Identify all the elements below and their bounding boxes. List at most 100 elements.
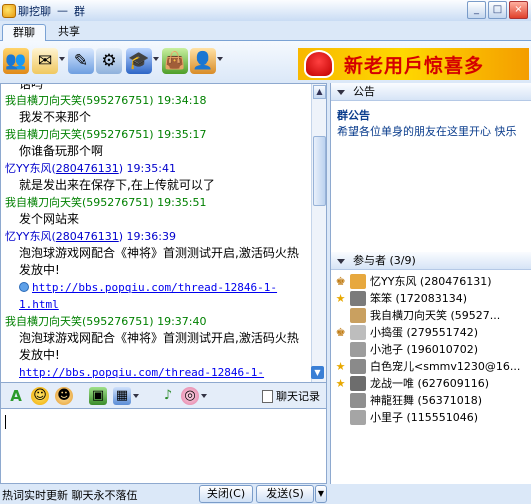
avatar [350,410,366,425]
member-item[interactable]: 小里子 (115551046) [331,409,531,426]
avatar [350,359,366,374]
screenshot-icon[interactable]: ▦ [113,387,131,405]
image-icon[interactable]: ▣ [89,387,107,405]
notice-header[interactable]: 公告 [331,83,531,101]
ad-banner[interactable]: 新老用戶惊喜多 [298,48,529,80]
scroll-up-button[interactable]: ▲ [313,85,326,99]
no-role-icon [334,394,347,407]
chat-scrollbar[interactable]: ▲ [311,84,326,382]
person-dropdown-icon[interactable] [217,57,223,61]
chat-history-label: 聊天记录 [276,390,320,403]
message-text: 我发不来那个 [19,110,92,124]
mail-dropdown-icon[interactable] [59,57,65,61]
bag-icon[interactable]: 👜 [162,48,188,74]
message-qq-link[interactable]: 280476131 [56,162,119,175]
message-sender[interactable]: 我自横刀向天笑 [5,196,82,209]
message-time: 19:37:40 [157,315,207,328]
scroll-thumb[interactable] [313,136,326,206]
emoji-icon[interactable]: ☺ [31,387,49,405]
member-name: 忆YY东风 (280476131) [370,275,492,288]
chevron-down-icon [337,90,345,95]
send-options-button[interactable]: ▼ [315,485,327,503]
group-title: 群 [74,4,85,18]
cap-icon[interactable]: 🎓 [126,48,152,74]
member-item[interactable]: ★ 白色宠儿<smmv1230@16... [331,358,531,375]
message-sender[interactable]: 我自横刀向天笑 [5,315,82,328]
star-icon: ★ [335,292,346,305]
screenshot-dropdown-icon[interactable] [133,394,139,398]
history-icon [262,389,273,403]
member-item[interactable]: ♚ 忆YY东风 (280476131) [331,273,531,290]
message-time: 19:35:41 [126,162,176,175]
member-name: 龙战一唯 (627609116) [370,377,490,390]
avatar [350,291,366,306]
tab-share[interactable]: 共享 [48,24,90,41]
ad-logo-icon [304,50,334,78]
member-item[interactable]: 神龍狂舞 (56371018) [331,392,531,409]
member-name: 小里子 (115551046) [370,411,479,424]
message-link-row: http://bbs.popqiu.com/thread-12846-1-1.h… [5,279,305,313]
close-window-button[interactable]: × [509,1,528,19]
chat-history-area[interactable]: 话吗 我自横刀向天笑(595276751) 19:34:18 我发不来那个 我自… [0,83,327,383]
message-qq: 595276751 [86,315,150,328]
message-qq: 595276751 [86,196,150,209]
member-item[interactable]: ★ 龙战一唯 (627609116) [331,375,531,392]
shake-dropdown-icon[interactable] [201,394,207,398]
window-controls: _ □ × [467,1,528,19]
right-panel: 公告 群公告 希望各位单身的朋友在这里开心 快乐 参与者 (3/9) ♚ 忆YY东… [330,83,531,484]
minimize-button[interactable]: _ [467,1,486,19]
music-icon[interactable]: ♪ [159,387,177,405]
message-sender[interactable]: 我自横刀向天笑 [5,128,82,141]
message-qq: 595276751 [86,94,150,107]
hot-words-link[interactable]: 热词实时更新 聊天永不落伍 [2,487,138,503]
app-logo-icon [2,3,16,18]
message-sender[interactable]: 忆YY东风 [5,162,51,175]
person-arrow-icon[interactable]: 👤 [190,48,216,74]
member-item[interactable]: ♚ 小捣蛋 (279551742) [331,324,531,341]
title-separator: — [57,4,68,17]
input-toolbar: A ☺ ☻ ▣ ▦ ♪ ◎ 聊天记录 [0,383,327,409]
font-icon[interactable]: A [7,387,25,405]
send-button[interactable]: 发送(S) [256,485,314,503]
member-name: 笨笨 (172083134) [370,292,468,305]
admin-icon: ♚ [335,326,346,339]
tab-bar: 群聊 共享 [0,21,531,41]
tab-group-chat[interactable]: 群聊 [2,24,46,41]
message-input[interactable] [0,409,327,484]
members-header-label: 参与者 (3/9) [353,254,416,267]
message-header: 我自横刀向天笑(595276751) 19:37:40 [5,315,207,328]
message-link[interactable]: http://bbs.popqiu.com/thread-12846-1-1.h… [19,281,277,311]
tools-icon[interactable]: ✎ [68,48,94,74]
shake-icon[interactable]: ◎ [181,387,199,405]
member-name: 神龍狂舞 (56371018) [370,394,483,407]
avatar [350,393,366,408]
cap-dropdown-icon[interactable] [153,57,159,61]
avatar [350,308,366,323]
settings-icon[interactable]: ⚙ [96,48,122,74]
chat-history-button[interactable]: 聊天记录 [262,388,320,404]
link-icon [19,282,29,292]
message-qq-link[interactable]: 280476131 [56,230,119,243]
message-text: 泡泡球游戏网配合《神将》首测测试开启,激活码火热发放中! [19,331,299,362]
notice-title: 群公告 [337,109,370,122]
member-item[interactable]: 小池子 (196010702) [331,341,531,358]
member-item[interactable]: 我自横刀向天笑 (59527... [331,307,531,324]
message-sender[interactable]: 我自横刀向天笑 [5,94,82,107]
members-header[interactable]: 参与者 (3/9) [331,252,531,270]
close-button[interactable]: 关闭(C) [199,485,253,503]
text-caret [5,415,6,429]
message-sender[interactable]: 忆YY东风 [5,230,51,243]
star-icon: ★ [335,377,346,390]
magic-emoji-icon[interactable]: ☻ [55,387,73,405]
message-qq: 595276751 [86,128,150,141]
group-members-icon[interactable]: 👥 [3,48,29,74]
message-link[interactable]: http://bbs.popqiu.com/thread-12846-1- [19,366,264,379]
message-header: 我自横刀向天笑(595276751) 19:35:51 [5,196,207,209]
mail-icon[interactable]: ✉ [32,48,58,74]
bottom-bar: 热词实时更新 聊天永不落伍 关闭(C) 发送(S) ▼ [0,484,531,504]
message-time: 19:35:17 [157,128,207,141]
member-item[interactable]: ★ 笨笨 (172083134) [331,290,531,307]
scroll-to-bottom-icon[interactable]: ▼ [311,366,324,379]
maximize-button[interactable]: □ [488,1,507,19]
message-header: 忆YY东风(280476131) 19:35:41 [5,162,176,175]
